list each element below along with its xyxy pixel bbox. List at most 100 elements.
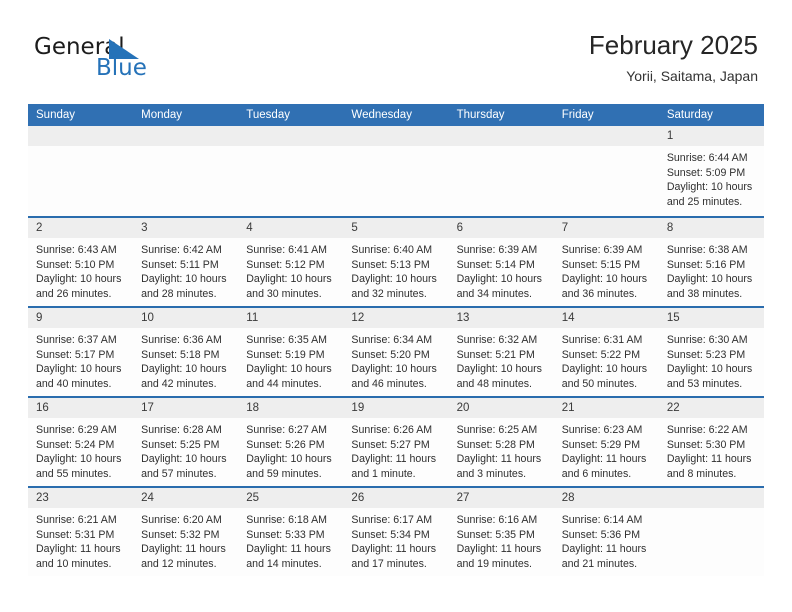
sunrise-text: Sunrise: 6:32 AM	[456, 334, 538, 346]
calendar-day-cell[interactable]: 16 Sunrise: 6:29 AM Sunset: 5:24 PM Dayligh…	[28, 398, 134, 486]
calendar-day-cell[interactable]: 14 Sunrise: 6:31 AM Sunset: 5:22 PM Dayligh…	[553, 308, 659, 396]
day-details: Sunrise: 6:21 AM Sunset: 5:31 PM Daylight:…	[28, 508, 133, 571]
sunrise-text: Sunrise: 6:42 AM	[141, 244, 222, 256]
calendar-day-cell[interactable]: 24 Sunrise: 6:20 AM Sunset: 5:32 PM Dayligh…	[133, 488, 239, 576]
page-header: General Blue February 2025 Yorii, Saitam…	[28, 28, 764, 98]
day-number: 24	[133, 488, 239, 508]
day-number: 2	[28, 218, 134, 238]
day-details: Sunrise: 6:22 AM Sunset: 5:30 PM Daylight:…	[659, 418, 764, 481]
calendar-day-cell-empty	[133, 126, 239, 216]
day-number	[28, 126, 134, 146]
calendar-day-cell[interactable]: 23 Sunrise: 6:21 AM Sunset: 5:31 PM Dayligh…	[28, 488, 134, 576]
day-number: 25	[238, 488, 344, 508]
sunrise-text: Sunrise: 6:21 AM	[36, 514, 117, 526]
day-details: Sunrise: 6:30 AM Sunset: 5:23 PM Daylight:…	[659, 328, 764, 391]
sunset-text: Sunset: 5:25 PM	[141, 438, 220, 451]
day-details: Sunrise: 6:41 AM Sunset: 5:12 PM Daylight:…	[238, 238, 343, 301]
calendar-day-cell[interactable]: 7 Sunrise: 6:39 AM Sunset: 5:15 PM Daylight…	[553, 218, 659, 306]
calendar-day-cell[interactable]: 15 Sunrise: 6:30 AM Sunset: 5:23 PM Dayligh…	[658, 308, 764, 396]
calendar-day-cell[interactable]: 22 Sunrise: 6:22 AM Sunset: 5:30 PM Dayligh…	[658, 398, 764, 486]
day-details: Sunrise: 6:39 AM Sunset: 5:14 PM Daylight:…	[449, 238, 554, 301]
page-title: February 2025	[588, 30, 758, 60]
daylight-text: Daylight: 11 hours and 8 minutes.	[666, 453, 752, 480]
calendar-day-cell[interactable]: 20 Sunrise: 6:25 AM Sunset: 5:28 PM Dayligh…	[448, 398, 554, 486]
day-number: 20	[448, 398, 554, 418]
sunrise-text: Sunrise: 6:40 AM	[351, 244, 433, 256]
day-number: 12	[343, 308, 449, 328]
day-details: Sunrise: 6:29 AM Sunset: 5:24 PM Daylight:…	[28, 418, 133, 481]
day-number: 8	[658, 218, 764, 238]
weekday-header-row: Sunday Monday Tuesday Wednesday Thursday Frid…	[28, 104, 764, 126]
sunset-text: Sunset: 5:16 PM	[666, 258, 746, 271]
calendar-day-cell[interactable]: 10 Sunrise: 6:36 AM Sunset: 5:18 PM Dayligh…	[133, 308, 239, 396]
sunset-text: Sunset: 5:36 PM	[561, 528, 641, 541]
day-details: Sunrise: 6:18 AM Sunset: 5:33 PM Daylight:…	[238, 508, 343, 571]
day-number: 28	[553, 488, 659, 508]
calendar-day-cell[interactable]: 12 Sunrise: 6:34 AM Sunset: 5:20 PM Dayligh…	[343, 308, 449, 396]
calendar-day-cell[interactable]: 11 Sunrise: 6:35 AM Sunset: 5:19 PM Dayligh…	[238, 308, 344, 396]
sunset-text: Sunset: 5:23 PM	[666, 348, 746, 361]
day-details: Sunrise: 6:25 AM Sunset: 5:28 PM Daylight:…	[449, 418, 554, 481]
calendar-week-row: 1 Sunrise: 6:44 AM Sunset: 5:09 PM Daylight…	[28, 126, 764, 216]
calendar-day-cell[interactable]: 18 Sunrise: 6:27 AM Sunset: 5:26 PM Dayligh…	[238, 398, 344, 486]
calendar-day-cell[interactable]: 26 Sunrise: 6:17 AM Sunset: 5:34 PM Dayligh…	[343, 488, 449, 576]
calendar-day-cell[interactable]: 21 Sunrise: 6:23 AM Sunset: 5:29 PM Dayligh…	[553, 398, 659, 486]
sunrise-text: Sunrise: 6:29 AM	[36, 424, 117, 436]
sunrise-text: Sunrise: 6:30 AM	[666, 334, 748, 346]
sunrise-text: Sunrise: 6:25 AM	[456, 424, 538, 436]
sunrise-text: Sunrise: 6:23 AM	[561, 424, 643, 436]
calendar-day-cell[interactable]: 2 Sunrise: 6:43 AM Sunset: 5:10 PM Daylight…	[28, 218, 134, 306]
sunset-text: Sunset: 5:30 PM	[666, 438, 746, 451]
page-subtitle: Yorii, Saitama, Japan	[626, 68, 758, 84]
day-number: 18	[238, 398, 344, 418]
daylight-text: Daylight: 11 hours and 17 minutes.	[351, 543, 437, 570]
day-number	[448, 126, 554, 146]
daylight-text: Daylight: 10 hours and 28 minutes.	[141, 273, 227, 300]
daylight-text: Daylight: 10 hours and 46 minutes.	[351, 363, 437, 390]
daylight-text: Daylight: 11 hours and 6 minutes.	[561, 453, 647, 480]
sunset-text: Sunset: 5:31 PM	[36, 528, 115, 541]
daylight-text: Daylight: 10 hours and 34 minutes.	[456, 273, 542, 300]
sunrise-text: Sunrise: 6:44 AM	[666, 152, 748, 164]
day-details: Sunrise: 6:40 AM Sunset: 5:13 PM Daylight:…	[343, 238, 448, 301]
sunset-text: Sunset: 5:28 PM	[456, 438, 535, 451]
day-number: 15	[658, 308, 764, 328]
day-number: 11	[238, 308, 344, 328]
calendar-weeks: 1 Sunrise: 6:44 AM Sunset: 5:09 PM Daylight…	[28, 126, 764, 576]
sunrise-text: Sunrise: 6:14 AM	[561, 514, 643, 526]
daylight-text: Daylight: 10 hours and 50 minutes.	[561, 363, 648, 390]
calendar-day-cell[interactable]: 1 Sunrise: 6:44 AM Sunset: 5:09 PM Daylight…	[658, 126, 764, 216]
sunrise-text: Sunrise: 6:31 AM	[561, 334, 643, 346]
weekday-header-sunday: Sunday	[36, 109, 76, 121]
calendar-day-cell[interactable]: 19 Sunrise: 6:26 AM Sunset: 5:27 PM Dayligh…	[343, 398, 449, 486]
sunrise-text: Sunrise: 6:41 AM	[246, 244, 327, 256]
sunset-text: Sunset: 5:19 PM	[246, 348, 325, 361]
brand-logo[interactable]: General Blue	[34, 34, 234, 92]
calendar-day-cell[interactable]: 9 Sunrise: 6:37 AM Sunset: 5:17 PM Daylight…	[28, 308, 134, 396]
calendar-day-cell[interactable]: 8 Sunrise: 6:38 AM Sunset: 5:16 PM Daylight…	[658, 218, 764, 306]
calendar-day-cell[interactable]: 17 Sunrise: 6:28 AM Sunset: 5:25 PM Dayligh…	[133, 398, 239, 486]
day-number: 16	[28, 398, 134, 418]
calendar-day-cell-empty	[343, 126, 449, 216]
daylight-text: Daylight: 10 hours and 44 minutes.	[246, 363, 332, 390]
calendar-day-cell[interactable]: 27 Sunrise: 6:16 AM Sunset: 5:35 PM Dayligh…	[448, 488, 554, 576]
daylight-text: Daylight: 10 hours and 32 minutes.	[351, 273, 437, 300]
calendar-day-cell[interactable]: 13 Sunrise: 6:32 AM Sunset: 5:21 PM Dayligh…	[448, 308, 554, 396]
day-details: Sunrise: 6:34 AM Sunset: 5:20 PM Daylight:…	[343, 328, 448, 391]
sunset-text: Sunset: 5:24 PM	[36, 438, 115, 451]
day-details: Sunrise: 6:23 AM Sunset: 5:29 PM Daylight:…	[554, 418, 659, 481]
day-number: 27	[448, 488, 554, 508]
calendar-day-cell[interactable]: 6 Sunrise: 6:39 AM Sunset: 5:14 PM Daylight…	[448, 218, 554, 306]
day-number: 3	[133, 218, 239, 238]
calendar-day-cell[interactable]: 25 Sunrise: 6:18 AM Sunset: 5:33 PM Dayligh…	[238, 488, 344, 576]
calendar-day-cell[interactable]: 3 Sunrise: 6:42 AM Sunset: 5:11 PM Daylight…	[133, 218, 239, 306]
sunset-text: Sunset: 5:13 PM	[351, 258, 430, 271]
daylight-text: Daylight: 10 hours and 48 minutes.	[456, 363, 542, 390]
day-details: Sunrise: 6:44 AM Sunset: 5:09 PM Daylight:…	[659, 146, 764, 209]
day-details: Sunrise: 6:14 AM Sunset: 5:36 PM Daylight:…	[554, 508, 659, 571]
calendar-day-cell[interactable]: 28 Sunrise: 6:14 AM Sunset: 5:36 PM Dayligh…	[553, 488, 659, 576]
calendar-day-cell[interactable]: 5 Sunrise: 6:40 AM Sunset: 5:13 PM Daylight…	[343, 218, 449, 306]
day-details: Sunrise: 6:17 AM Sunset: 5:34 PM Daylight:…	[343, 508, 448, 571]
calendar-day-cell[interactable]: 4 Sunrise: 6:41 AM Sunset: 5:12 PM Daylight…	[238, 218, 344, 306]
calendar-grid: Sunday Monday Tuesday Wednesday Thursday Frid…	[28, 104, 764, 576]
